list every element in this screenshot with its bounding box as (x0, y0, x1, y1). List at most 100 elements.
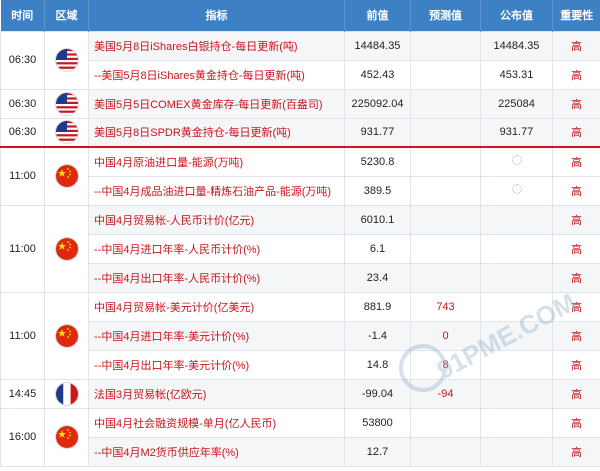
indicator-name[interactable]: --中国4月进口年率-美元计价(%) (88, 320, 345, 351)
event-time: 11:00 (0, 291, 45, 380)
previous-value: 225092.04 (344, 88, 411, 119)
table-row[interactable]: --中国4月进口年率-美元计价(%) -1.4 0 高 (1, 320, 600, 351)
forecast-value: 0 (410, 320, 481, 351)
header-time[interactable]: 时间 (0, 0, 45, 31)
importance-badge: 高 (552, 436, 600, 467)
economic-calendar-table: 时间 区域 指标 前值 预测值 公布值 重要性 06:30 美国5月8日iSha… (0, 0, 600, 467)
header-indicator[interactable]: 指标 (88, 0, 345, 31)
table-row[interactable]: --中国4月进口年率-人民币计价(%) 6.1 高 (1, 233, 600, 264)
region-cell (44, 146, 89, 206)
header-region[interactable]: 区域 (44, 0, 89, 31)
importance-badge: 高 (552, 88, 600, 119)
importance-badge: 高 (552, 407, 600, 438)
previous-value: 452.43 (344, 59, 411, 90)
actual-value (480, 320, 553, 351)
table-row[interactable]: 14:45 法国3月贸易帐(亿欧元) -99.04 -94 高 (0, 378, 600, 409)
indicator-name[interactable]: --中国4月M2货币供应年率(%) (88, 436, 345, 467)
forecast-value: 743 (410, 291, 481, 322)
actual-value: 453.31 (480, 59, 553, 90)
previous-value: 389.5 (344, 175, 411, 206)
table-row[interactable]: --中国4月出口年率-人民币计价(%) 23.4 高 (1, 262, 600, 293)
previous-value: 931.77 (344, 117, 411, 148)
actual-value (480, 262, 553, 293)
importance-badge: 高 (552, 320, 600, 351)
header-importance[interactable]: 重要性 (552, 0, 600, 31)
header-actual[interactable]: 公布值 (480, 0, 553, 31)
forecast-value: 8 (410, 349, 481, 380)
indicator-name[interactable]: 中国4月贸易帐-美元计价(亿美元) (88, 291, 345, 322)
importance-badge: 高 (552, 175, 600, 206)
table-row[interactable]: 06:30 美国5月5日COMEX黄金库存-每日更新(百盎司) 225092.0… (0, 88, 600, 119)
indicator-name[interactable]: --中国4月出口年率-人民币计价(%) (88, 262, 345, 293)
loading-spinner-icon (511, 155, 522, 166)
event-time: 14:45 (0, 378, 45, 409)
previous-value: -1.4 (344, 320, 411, 351)
previous-value: 53800 (344, 407, 411, 438)
table-row[interactable]: 11:00 中国4月贸易帐-人民币计价(亿元) 6010.1 高 (0, 204, 600, 293)
indicator-name[interactable]: 美国5月5日COMEX黄金库存-每日更新(百盎司) (88, 88, 345, 119)
importance-badge: 高 (552, 146, 600, 177)
indicator-name[interactable]: --美国5月8日iShares黄金持仓-每日更新(吨) (88, 59, 345, 90)
actual-value (480, 146, 553, 177)
importance-badge: 高 (552, 59, 600, 90)
table-row[interactable]: 11:00 中国4月原油进口量-能源(万吨) 5230.8 高 (0, 146, 600, 206)
table-row[interactable]: --中国4月M2货币供应年率(%) 12.7 高 (1, 436, 600, 467)
fr-flag-icon (55, 382, 78, 405)
indicator-name[interactable]: 美国5月8日SPDR黄金持仓-每日更新(吨) (88, 117, 345, 148)
us-flag-icon (55, 92, 78, 115)
event-time: 06:30 (0, 88, 45, 119)
table-row[interactable]: 11:00 中国4月贸易帐-美元计价(亿美元) 881.9 743 高 (0, 291, 600, 380)
indicator-name[interactable]: 法国3月贸易帐(亿欧元) (88, 378, 345, 409)
actual-value: 931.77 (480, 117, 553, 148)
header-previous[interactable]: 前值 (344, 0, 411, 31)
forecast-value: -94 (410, 378, 481, 409)
actual-value: 14484.35 (480, 30, 553, 61)
region-cell (44, 88, 89, 119)
us-flag-icon (55, 121, 78, 144)
actual-value (480, 436, 553, 467)
importance-badge: 高 (552, 291, 600, 322)
previous-value: 14484.35 (344, 30, 411, 61)
indicator-name[interactable]: --中国4月出口年率-美元计价(%) (88, 349, 345, 380)
event-time: 11:00 (0, 146, 45, 206)
previous-value: 6.1 (344, 233, 411, 264)
importance-badge: 高 (552, 204, 600, 235)
forecast-value (410, 233, 481, 264)
region-cell (44, 407, 89, 467)
indicator-name[interactable]: --中国4月成品油进口量-精炼石油产品-能源(万吨) (88, 175, 345, 206)
region-cell (44, 30, 89, 90)
table-row[interactable]: --中国4月成品油进口量-精炼石油产品-能源(万吨) 389.5 高 (1, 175, 600, 206)
event-time: 06:30 (0, 117, 45, 148)
previous-value: 881.9 (344, 291, 411, 322)
actual-value (480, 291, 553, 322)
previous-value: 6010.1 (344, 204, 411, 235)
previous-value: 5230.8 (344, 146, 411, 177)
indicator-name[interactable]: --中国4月进口年率-人民币计价(%) (88, 233, 345, 264)
header-forecast[interactable]: 预测值 (410, 0, 481, 31)
forecast-value (410, 204, 481, 235)
table-row[interactable]: --美国5月8日iShares黄金持仓-每日更新(吨) 452.43 453.3… (1, 59, 600, 90)
previous-value: 14.8 (344, 349, 411, 380)
actual-value: 225084 (480, 88, 553, 119)
indicator-name[interactable]: 中国4月原油进口量-能源(万吨) (88, 146, 345, 177)
forecast-value (410, 436, 481, 467)
table-row[interactable]: --中国4月出口年率-美元计价(%) 14.8 8 高 (1, 349, 600, 380)
table-row[interactable]: 06:30 美国5月8日iShares白银持仓-每日更新(吨) 14484.35… (0, 30, 600, 90)
indicator-name[interactable]: 中国4月贸易帐-人民币计价(亿元) (88, 204, 345, 235)
forecast-value (410, 117, 481, 148)
actual-value (480, 407, 553, 438)
indicator-name[interactable]: 中国4月社会融资规模-单月(亿人民币) (88, 407, 345, 438)
region-cell (44, 117, 89, 148)
forecast-value (410, 146, 481, 177)
indicator-name[interactable]: 美国5月8日iShares白银持仓-每日更新(吨) (88, 30, 345, 61)
forecast-value (410, 262, 481, 293)
cn-flag-icon (55, 165, 78, 188)
importance-badge: 高 (552, 262, 600, 293)
region-cell (44, 378, 89, 409)
importance-badge: 高 (552, 378, 600, 409)
table-row[interactable]: 16:00 中国4月社会融资规模-单月(亿人民币) 53800 高 (0, 407, 600, 467)
importance-badge: 高 (552, 233, 600, 264)
table-row[interactable]: 06:30 美国5月8日SPDR黄金持仓-每日更新(吨) 931.77 931.… (0, 117, 600, 148)
actual-value (480, 378, 553, 409)
table-header: 时间 区域 指标 前值 预测值 公布值 重要性 (0, 0, 600, 31)
